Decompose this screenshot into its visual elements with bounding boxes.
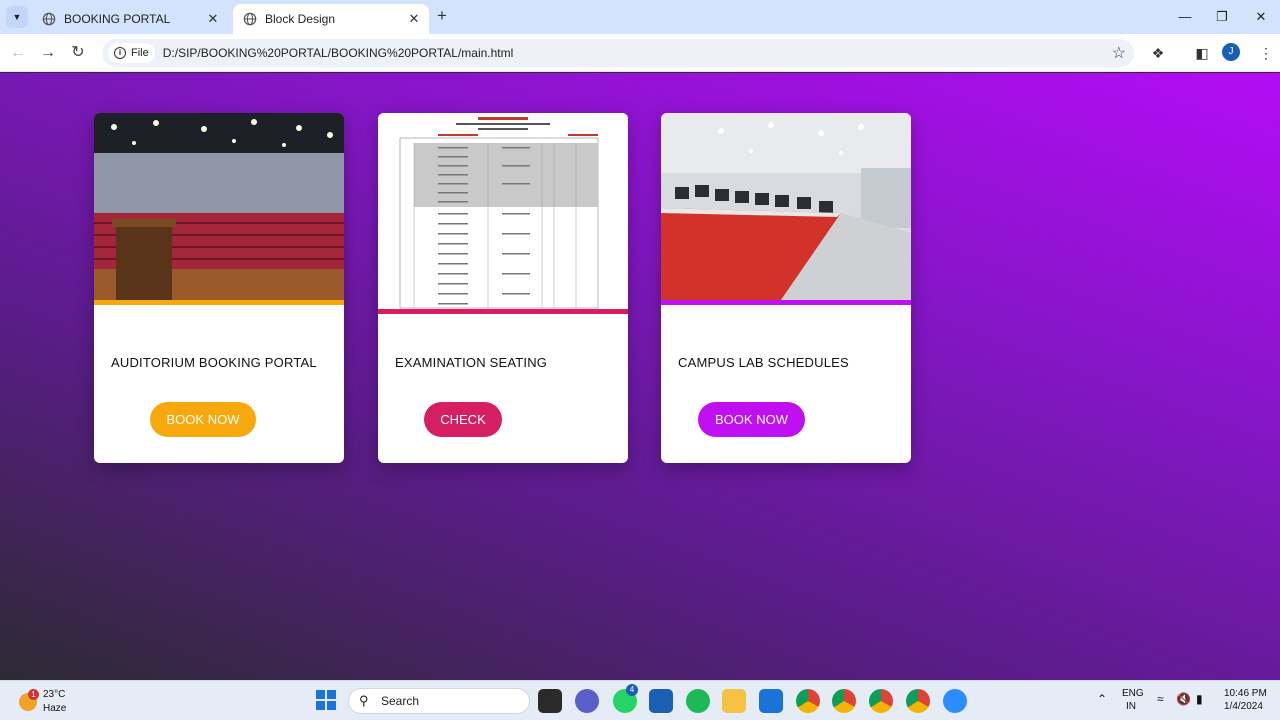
globe-icon <box>243 12 257 26</box>
chevron-down-icon: ▼ <box>12 12 22 22</box>
bookmark-star-icon[interactable]: ☆ <box>1112 43 1126 63</box>
browser-tabstrip: ▼ BOOKING PORTAL ✕ Block Design ✕ + — ❐ … <box>0 0 1280 34</box>
address-bar[interactable]: i File D:/SIP/BOOKING%20PORTAL/BOOKING%2… <box>102 39 1134 67</box>
spotify-icon[interactable] <box>686 689 710 713</box>
card-accent-bar <box>94 300 344 305</box>
minimize-button[interactable]: — <box>1174 6 1196 28</box>
store-icon[interactable] <box>649 689 673 713</box>
tab-title: Block Design <box>265 12 336 26</box>
url-text[interactable]: D:/SIP/BOOKING%20PORTAL/BOOKING%20PORTAL… <box>163 46 514 60</box>
extensions-icon[interactable]: ❖ <box>1148 43 1168 63</box>
globe-icon <box>42 12 56 26</box>
site-chip-label: File <box>131 47 149 59</box>
speaker-muted-icon[interactable]: 🔇 <box>1176 692 1191 706</box>
whatsapp-badge: 4 <box>626 684 638 696</box>
search-placeholder: Search <box>381 694 420 708</box>
check-seating-button[interactable]: CHECK <box>424 402 502 437</box>
book-lab-button[interactable]: BOOK NOW <box>698 402 805 437</box>
clock-time[interactable]: 10:46 PM <box>1224 688 1267 699</box>
reload-button[interactable]: ↻ <box>68 43 88 63</box>
page-viewport: AUDITORIUM BOOKING PORTAL BOOK NOW EXAMI… <box>0 73 1280 680</box>
weather-widget[interactable]: 1 23°C Haze <box>16 687 86 717</box>
close-icon[interactable]: ✕ <box>405 11 423 27</box>
battery-icon[interactable]: ▮ <box>1196 692 1203 706</box>
show-hidden-icons-chevron-icon[interactable]: ⌃ <box>1097 692 1107 706</box>
computer-lab-photo <box>661 113 911 300</box>
tab-search-menu-button[interactable]: ▼ <box>6 6 28 28</box>
taskbar-search-box[interactable]: ⚲ Search <box>348 688 530 714</box>
book-auditorium-button[interactable]: BOOK NOW <box>150 402 256 437</box>
clock-date: 1/4/2024 <box>1224 701 1263 712</box>
info-icon: i <box>114 47 126 59</box>
tab-title: BOOKING PORTAL <box>64 12 171 26</box>
tab-block-design[interactable]: Block Design ✕ <box>233 4 429 34</box>
zoom-icon[interactable] <box>943 689 967 713</box>
windows-start-icon[interactable] <box>316 690 336 710</box>
wifi-icon[interactable]: ≈ <box>1157 692 1164 706</box>
card-accent-bar <box>661 300 911 305</box>
chrome-profile-icon[interactable] <box>869 689 893 713</box>
window-close-button[interactable]: ✕ <box>1250 6 1272 28</box>
site-info-chip[interactable]: i File <box>108 43 155 63</box>
card-accent-bar <box>378 309 628 314</box>
search-icon: ⚲ <box>359 693 369 708</box>
windows-taskbar: 1 23°C Haze ⚲ Search 4 ⌃ ENG IN ≈ 🔇 ▮ 10… <box>0 680 1280 720</box>
new-tab-button[interactable]: + <box>433 7 451 25</box>
language-line2: IN <box>1126 701 1136 712</box>
teams-chat-icon[interactable] <box>575 689 599 713</box>
tab-booking-portal[interactable]: BOOKING PORTAL ✕ <box>32 4 228 34</box>
task-view-icon[interactable] <box>538 689 562 713</box>
side-panel-icon[interactable]: ◧ <box>1192 43 1212 63</box>
back-button[interactable]: ← <box>8 43 28 63</box>
card-title: CAMPUS LAB SCHEDULES <box>678 355 849 370</box>
card-title: AUDITORIUM BOOKING PORTAL <box>111 355 317 370</box>
weather-condition: Haze <box>43 703 67 714</box>
whatsapp-icon[interactable]: 4 <box>613 684 638 713</box>
forward-button[interactable]: → <box>38 43 58 63</box>
close-icon[interactable]: ✕ <box>204 11 222 27</box>
card-title: EXAMINATION SEATING <box>395 355 548 370</box>
more-menu-icon[interactable]: ⋮ <box>1256 43 1276 63</box>
maximize-button[interactable]: ❐ <box>1211 6 1233 28</box>
mail-icon[interactable] <box>759 689 783 713</box>
auditorium-photo <box>94 113 344 300</box>
weather-temp: 23°C <box>43 689 66 700</box>
campus-lab-card: CAMPUS LAB SCHEDULES BOOK NOW <box>661 113 911 463</box>
notification-badge: 1 <box>28 689 39 700</box>
language-line1[interactable]: ENG <box>1122 688 1144 699</box>
auditorium-card: AUDITORIUM BOOKING PORTAL BOOK NOW <box>94 113 344 463</box>
chrome-profile-icon[interactable] <box>832 689 856 713</box>
chrome-profile-icon[interactable] <box>906 689 930 713</box>
chrome-icon[interactable] <box>796 689 820 713</box>
file-explorer-icon[interactable] <box>722 689 746 713</box>
browser-toolbar: ← → ↻ i File D:/SIP/BOOKING%20PORTAL/BOO… <box>0 34 1280 72</box>
avatar[interactable]: J <box>1222 43 1240 61</box>
examination-seating-card: EXAMINATION SEATING CHECK <box>378 113 628 463</box>
seating-plan-document <box>378 113 628 309</box>
